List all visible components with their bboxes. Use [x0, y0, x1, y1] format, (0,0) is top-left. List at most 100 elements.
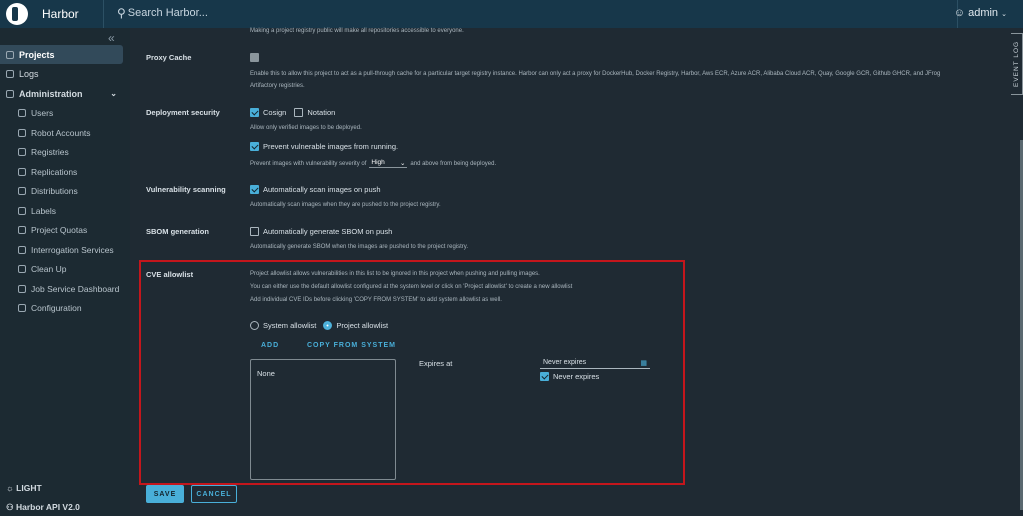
sidebar-item-label: Robot Accounts — [31, 127, 91, 138]
severity-select[interactable]: High ⌄ — [369, 159, 408, 168]
notation-checkbox[interactable] — [294, 108, 304, 117]
sidebar-item-distributions[interactable]: Distributions — [0, 181, 123, 200]
projects-icon — [6, 50, 14, 59]
cancel-button[interactable]: CANCEL — [191, 485, 237, 503]
never-expires-checkbox[interactable] — [540, 372, 549, 381]
deployment-help: Allow only verified images to be deploye… — [250, 125, 362, 131]
cve-help-3: Add individual CVE IDs before clicking '… — [250, 297, 502, 303]
auto-sbom-checkbox[interactable] — [250, 227, 259, 236]
users-icon — [18, 108, 26, 117]
prevent-vulnerable-label: Prevent vulnerable images from running. — [263, 142, 399, 151]
auto-scan-label: Automatically scan images on push — [263, 185, 381, 194]
proxy-cache-checkbox[interactable] — [250, 53, 259, 62]
labels-icon — [18, 206, 26, 215]
event-log-tab[interactable]: EVENT LOG — [1011, 33, 1023, 95]
system-allowlist-label: System allowlist — [263, 321, 317, 330]
sidebar-item-projects[interactable]: Projects — [0, 45, 123, 64]
sidebar-item-label: Registries — [31, 146, 69, 157]
vulnerability-scanning-label: Vulnerability scanning — [146, 185, 226, 194]
sidebar-item-label: Administration — [19, 88, 83, 99]
add-button[interactable]: ADD — [261, 342, 279, 349]
expires-date-input[interactable]: Never expires ▦ — [540, 358, 650, 369]
sidebar-item-robot-accounts[interactable]: Robot Accounts — [0, 123, 123, 142]
cosign-checkbox[interactable] — [250, 108, 259, 117]
sidebar-item-clean-up[interactable]: Clean Up — [0, 259, 123, 278]
logs-icon — [6, 69, 14, 78]
severity-prefix: Prevent images with vulnerability severi… — [250, 160, 367, 167]
prevent-vulnerable-checkbox[interactable] — [250, 142, 259, 151]
system-allowlist-radio[interactable] — [250, 321, 259, 330]
brand-name[interactable]: Harbor — [42, 7, 79, 21]
cve-list-empty: None — [257, 369, 275, 378]
calendar-icon[interactable]: ▦ — [640, 359, 647, 367]
theme-label: LIGHT — [16, 483, 42, 493]
chevron-down-icon: ⌄ — [399, 160, 406, 167]
save-button[interactable]: SAVE — [146, 485, 184, 503]
notation-label: Notation — [307, 108, 336, 117]
sidebar-item-label: Project Quotas — [31, 224, 88, 235]
sidebar-item-configuration[interactable]: Configuration — [0, 298, 123, 317]
sidebar-item-label: Logs — [19, 68, 39, 79]
scanning-help: Automatically scan images when they are … — [250, 202, 441, 208]
robot-icon — [18, 128, 26, 137]
sidebar-item-project-quotas[interactable]: Project Quotas — [0, 220, 123, 239]
sidebar-item-administration[interactable]: Administration ⌄ — [0, 84, 123, 103]
sidebar-item-logs[interactable]: Logs — [0, 64, 123, 83]
sidebar-item-labels[interactable]: Labels — [0, 201, 123, 220]
severity-value: High — [371, 159, 385, 166]
api-label: Harbor API V2.0 — [15, 502, 80, 512]
chevron-down-icon: ⌄ — [1001, 11, 1007, 18]
auto-sbom-label: Automatically generate SBOM on push — [263, 227, 393, 236]
sidebar-item-label: Labels — [31, 205, 57, 216]
chevron-down-icon[interactable]: ⌄ — [110, 89, 117, 98]
search-input[interactable]: ⚲ Search Harbor... — [117, 6, 208, 20]
user-icon: ☺ — [953, 7, 966, 19]
cve-list: None — [250, 359, 396, 480]
cve-help-1: Project allowlist allows vulnerabilities… — [250, 271, 540, 277]
project-allowlist-radio[interactable] — [323, 321, 333, 330]
never-expires-label: Never expires — [553, 372, 600, 381]
theme-toggle[interactable]: ☼ LIGHT — [6, 483, 42, 493]
cve-allowlist-label: CVE allowlist — [146, 270, 194, 279]
expires-label: Expires at — [419, 359, 453, 368]
proxy-cache-help-2: Artifactory registries. — [250, 83, 305, 89]
sidebar-item-label: Interrogation Services — [31, 244, 114, 255]
proxy-cache-label: Proxy Cache — [146, 53, 192, 62]
dashboard-icon — [18, 284, 26, 293]
user-menu[interactable]: ☺ admin ⌄ — [954, 7, 1007, 19]
public-help: Making a project registry public will ma… — [250, 28, 464, 34]
sidebar-item-job-service-dashboard[interactable]: Job Service Dashboard — [0, 279, 123, 298]
cleanup-icon — [18, 264, 26, 273]
replications-icon — [18, 167, 26, 176]
sbom-help: Automatically generate SBOM when the ima… — [250, 244, 469, 250]
sidebar-item-replications[interactable]: Replications — [0, 162, 123, 181]
sidebar-item-users[interactable]: Users — [0, 103, 123, 122]
sidebar-item-label: Replications — [31, 166, 78, 177]
auto-scan-checkbox[interactable] — [250, 185, 259, 194]
harbor-logo-icon[interactable] — [6, 3, 28, 25]
copy-from-system-button[interactable]: COPY FROM SYSTEM — [307, 342, 396, 349]
configuration-icon — [18, 303, 26, 312]
collapse-sidebar-icon[interactable]: « — [108, 31, 115, 45]
sidebar-item-label: Job Service Dashboard — [31, 283, 120, 294]
sidebar: « Projects Logs Administration ⌄ Users Robot … — [0, 28, 130, 516]
project-configuration-form: Making a project registry public will ma… — [130, 28, 1023, 516]
sidebar-item-registries[interactable]: Registries — [0, 142, 123, 161]
interrogation-icon — [18, 245, 26, 254]
sidebar-item-label: Projects — [19, 49, 55, 60]
cve-allowlist-highlight — [139, 260, 685, 485]
api-link[interactable]: ⚇ Harbor API V2.0 — [6, 502, 80, 513]
sidebar-item-label: Distributions — [31, 185, 78, 196]
expires-value: Never expires — [543, 359, 587, 366]
project-allowlist-label: Project allowlist — [336, 321, 389, 330]
deployment-security-label: Deployment security — [146, 108, 220, 117]
sidebar-item-interrogation-services[interactable]: Interrogation Services — [0, 240, 123, 259]
sidebar-item-label: Users — [31, 107, 54, 118]
administration-icon — [6, 89, 14, 98]
cve-help-2: You can either use the default allowlist… — [250, 284, 573, 290]
search-placeholder: Search Harbor... — [127, 7, 208, 19]
distributions-icon — [18, 186, 26, 195]
sbom-label: SBOM generation — [146, 227, 209, 236]
registries-icon — [18, 147, 26, 156]
sidebar-item-label: Clean Up — [31, 263, 67, 274]
